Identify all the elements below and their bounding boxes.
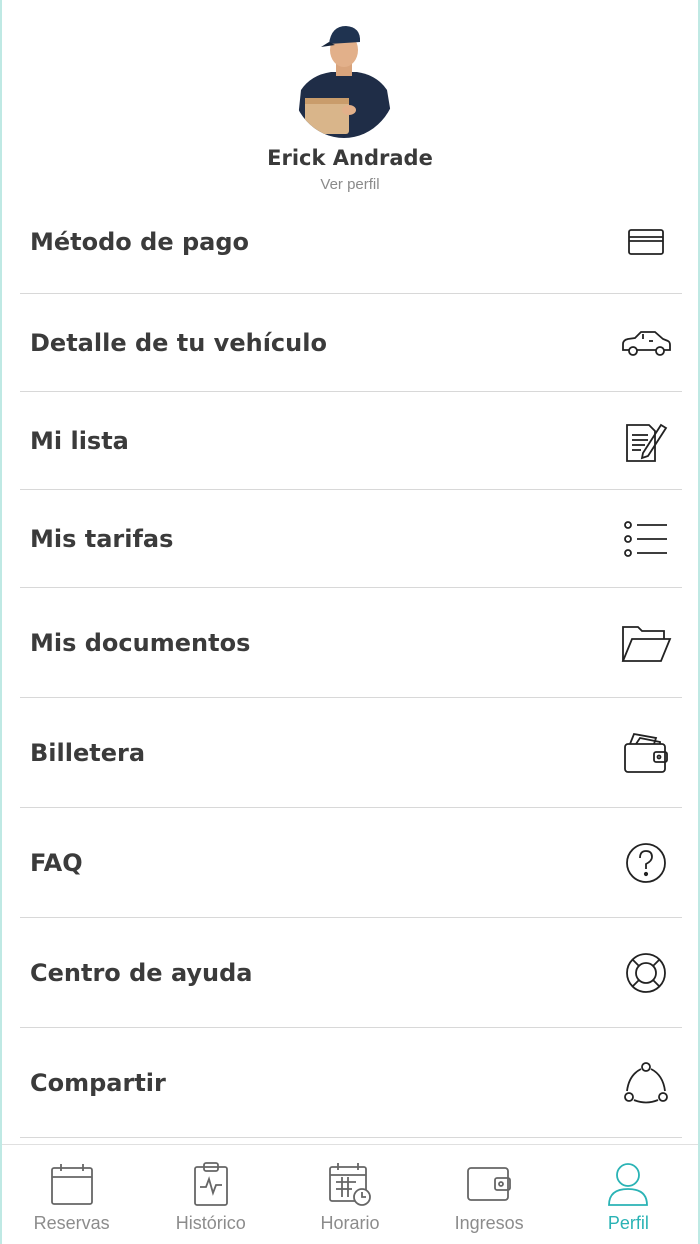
menu-item-my-list[interactable]: Mi lista: [20, 392, 682, 490]
nav-item-historico[interactable]: Histórico: [141, 1145, 280, 1234]
menu-item-label: Método de pago: [30, 227, 249, 256]
menu-item-my-documents[interactable]: Mis documentos: [20, 588, 682, 698]
menu-item-label: Billetera: [30, 738, 146, 767]
menu-item-label: Mis tarifas: [30, 524, 174, 553]
schedule-icon: [280, 1159, 419, 1209]
menu-item-vehicle-detail[interactable]: Detalle de tu vehículo: [20, 294, 682, 392]
wallet-icon: [616, 728, 676, 778]
document-edit-icon: [616, 416, 676, 466]
share-icon: [616, 1058, 676, 1108]
menu-item-faq[interactable]: FAQ: [20, 808, 682, 918]
avatar[interactable]: [291, 20, 397, 138]
nav-label: Horario: [320, 1213, 380, 1233]
profile-name: Erick Andrade: [267, 146, 433, 170]
menu-item-label: FAQ: [30, 848, 83, 877]
clipboard-chart-icon: [141, 1159, 280, 1209]
nav-item-horario[interactable]: Horario: [280, 1145, 419, 1234]
menu-item-label: Centro de ayuda: [30, 958, 253, 987]
menu-item-wallet[interactable]: Billetera: [20, 698, 682, 808]
nav-label: Reservas: [33, 1213, 110, 1233]
list-icon: [616, 514, 676, 564]
wallet-icon: [420, 1159, 559, 1209]
menu-item-help-center[interactable]: Centro de ayuda: [20, 918, 682, 1028]
menu-item-label: Compartir: [30, 1068, 166, 1097]
nav-label: Perfil: [607, 1213, 649, 1233]
nav-item-ingresos[interactable]: Ingresos: [420, 1145, 559, 1234]
profile-header: Erick Andrade Ver perfil: [2, 0, 698, 200]
lifebuoy-icon: [616, 948, 676, 998]
menu-item-my-rates[interactable]: Mis tarifas: [20, 490, 682, 588]
menu-item-payment-method[interactable]: Método de pago: [20, 190, 682, 294]
credit-card-icon: [616, 217, 676, 267]
nav-label: Ingresos: [454, 1213, 524, 1233]
menu-item-label: Detalle de tu vehículo: [30, 328, 327, 357]
menu-item-label: Mi lista: [30, 426, 129, 455]
nav-item-reservas[interactable]: Reservas: [2, 1145, 141, 1234]
profile-screen: Erick Andrade Ver perfil Método de pago …: [0, 0, 700, 1244]
user-icon: [559, 1159, 698, 1209]
car-icon: [616, 318, 676, 368]
bottom-nav: Reservas Histórico Horario Ingresos Perf…: [2, 1144, 698, 1244]
menu-item-share[interactable]: Compartir: [20, 1028, 682, 1138]
menu-item-label: Mis documentos: [30, 628, 251, 657]
calendar-icon: [2, 1159, 141, 1209]
nav-item-perfil[interactable]: Perfil: [559, 1145, 698, 1234]
question-icon: [616, 838, 676, 888]
nav-label: Histórico: [175, 1213, 246, 1233]
folder-icon: [616, 618, 676, 668]
